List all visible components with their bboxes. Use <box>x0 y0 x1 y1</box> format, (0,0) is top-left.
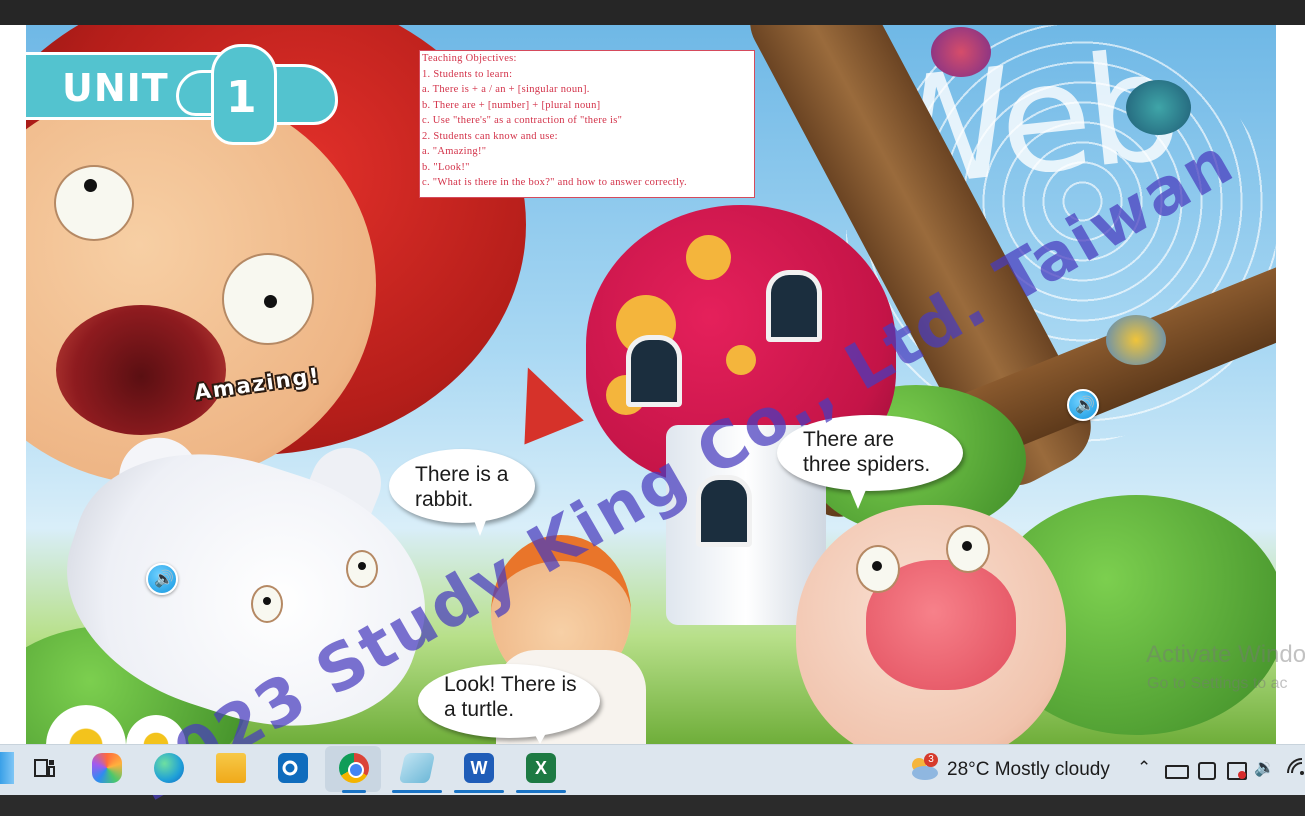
running-indicator <box>392 790 442 793</box>
eye <box>946 525 990 573</box>
unit-number: 1 <box>226 72 257 123</box>
copilot-icon[interactable] <box>92 753 122 783</box>
file-explorer-icon[interactable] <box>216 753 246 783</box>
objective-line: b. There are + [number] + [plural noun] <box>422 99 601 111</box>
objective-line: 1. Students to learn: <box>422 68 513 80</box>
excel-icon[interactable]: X <box>526 753 556 783</box>
objective-line: c. "What is there in the box?" and how t… <box>422 177 687 188</box>
house-window <box>626 335 682 407</box>
bubble-text: rabbit. <box>415 488 474 511</box>
teaching-objectives-box: Teaching Objectives: 1. Students to lear… <box>419 50 755 198</box>
spider <box>1106 315 1166 365</box>
eye <box>251 585 283 623</box>
left-margin <box>0 25 26 744</box>
spider <box>1126 80 1191 135</box>
volume-icon[interactable]: 🔉 <box>1254 758 1275 778</box>
bubble-text: There is a <box>415 463 509 486</box>
right-margin <box>1276 25 1305 744</box>
objective-line: a. "Amazing!" <box>422 146 487 157</box>
pupil <box>358 562 366 570</box>
chevron-up-icon[interactable]: ⌃ <box>1137 758 1151 778</box>
audio-play-button[interactable]: 🔊 <box>146 563 178 595</box>
eye <box>856 545 900 593</box>
meet-icon[interactable] <box>1198 762 1216 780</box>
pupil <box>962 541 972 551</box>
bubble-text: three spiders. <box>803 453 931 476</box>
objective-line: c. Use "there's" as a contraction of "th… <box>422 115 623 126</box>
speaker-icon: 🔊 <box>154 569 174 588</box>
bubble-tail <box>470 510 490 536</box>
recording-dot <box>1238 771 1246 779</box>
battery-icon[interactable] <box>1165 765 1189 779</box>
cap-spot <box>686 235 731 280</box>
pupil <box>263 597 271 605</box>
eye <box>222 253 314 345</box>
unit-label: UNIT <box>62 66 169 110</box>
weather-alert-badge: 3 <box>924 753 938 767</box>
pupil <box>84 179 97 192</box>
tower-roof <box>498 355 584 445</box>
objective-line: 2. Students can know and use: <box>422 130 558 142</box>
audio-play-button[interactable]: 🔊 <box>1067 389 1099 421</box>
house-window <box>766 270 822 342</box>
outlook-icon[interactable] <box>278 753 308 783</box>
task-view-icon[interactable] <box>30 753 60 783</box>
objective-line: b. "Look!" <box>422 161 470 173</box>
bubble-text: Look! There is <box>444 673 577 696</box>
objective-line: Teaching Objectives: <box>422 53 517 64</box>
speaker-icon: 🔊 <box>1075 395 1095 414</box>
weather-text[interactable]: 28°C Mostly cloudy <box>947 759 1110 781</box>
window-top-bar <box>0 0 1305 25</box>
cap-spot <box>726 345 756 375</box>
edge-browser-icon[interactable] <box>154 753 184 783</box>
running-indicator <box>516 790 566 793</box>
eye <box>54 165 134 241</box>
running-indicator <box>454 790 504 793</box>
pupil <box>264 295 277 308</box>
bubble-tail <box>530 726 550 744</box>
objective-line: a. There is + a / an + [singular noun]. <box>422 84 590 95</box>
spider <box>931 27 991 77</box>
chrome-browser-icon[interactable] <box>339 753 369 783</box>
activate-windows-title: Activate Windo <box>1146 641 1305 668</box>
windows-start-icon[interactable] <box>0 752 14 784</box>
bubble-tail <box>848 485 868 509</box>
pupil <box>872 561 882 571</box>
bubble-text: a turtle. <box>444 698 515 721</box>
chrome-center <box>348 762 364 778</box>
activate-windows-subtitle: Go to Settings to ac <box>1147 675 1288 692</box>
eye <box>346 550 378 588</box>
wifi-icon[interactable] <box>1287 758 1305 781</box>
open-mouth <box>56 305 226 435</box>
running-indicator <box>342 790 366 793</box>
word-icon[interactable]: W <box>464 753 494 783</box>
